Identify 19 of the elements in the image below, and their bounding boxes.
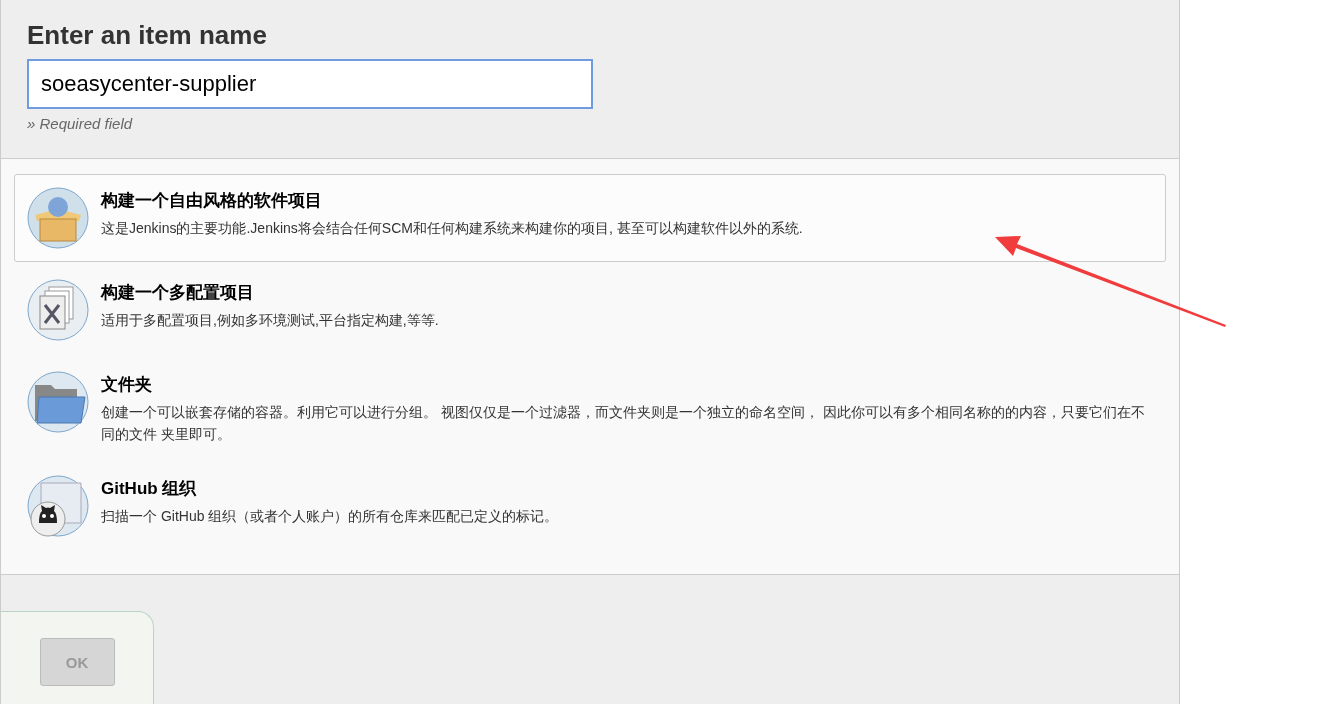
item-type-description: 这是Jenkins的主要功能.Jenkins将会结合任何SCM和任何构建系统来构建你的项目, 甚至可以构建软件以外的系统. — [101, 219, 803, 238]
item-type-name: GitHub 组织 — [101, 478, 198, 500]
item-type-name: 构建一个自由风格的软件项目 — [101, 190, 323, 212]
item-type-option[interactable]: 构建一个多配置项目 适用于多配置项目,例如多环境测试,平台指定构建,等等. — [14, 266, 1166, 354]
item-type-name: 文件夹 — [101, 374, 153, 396]
github-folder-icon — [27, 475, 89, 537]
item-name-field[interactable]: soeasycenter-supplier — [27, 59, 593, 109]
required-field-hint: » Required field — [27, 115, 134, 132]
documents-tools-icon — [27, 279, 89, 341]
item-type-name: 构建一个多配置项目 — [101, 282, 255, 304]
item-type-option[interactable]: 构建一个自由风格的软件项目 这是Jenkins的主要功能.Jenkins将会结合任何SCM和任何构建系统来构建你的项目, 甚至可以构建软件以外的系统. — [14, 174, 1166, 262]
package-box-icon — [27, 187, 89, 249]
item-type-description: 创建一个可以嵌套存储的容器。利用它可以进行分组。 视图仅仅是一个过滤器，而文件夹则是一个独立的命名空间， 因此你可以有多个相同名称的的内容，只要它们在不同的文件 夹里即可。 — [101, 403, 1146, 444]
item-type-description: 扫描一个 GitHub 组织（或者个人账户）的所有仓库来匹配已定义的标记。 — [101, 507, 559, 526]
item-type-option[interactable]: GitHub 组织 扫描一个 GitHub 组织（或者个人账户）的所有仓库来匹配已定义的标记。 — [14, 462, 1166, 550]
item-type-option[interactable]: 文件夹 创建一个可以嵌套存储的容器。利用它可以进行分组。 视图仅仅是一个过滤器，而文件夹则是一个独立的命名空间， 因此你可以有多个相同名称的的内容，只要它们在不同的文件 夹里即可。 — [14, 358, 1166, 458]
page-title: Enter an item name — [27, 20, 268, 51]
item-type-description: 适用于多配置项目,例如多环境测试,平台指定构建,等等. — [101, 311, 439, 330]
folder-icon — [27, 371, 89, 433]
